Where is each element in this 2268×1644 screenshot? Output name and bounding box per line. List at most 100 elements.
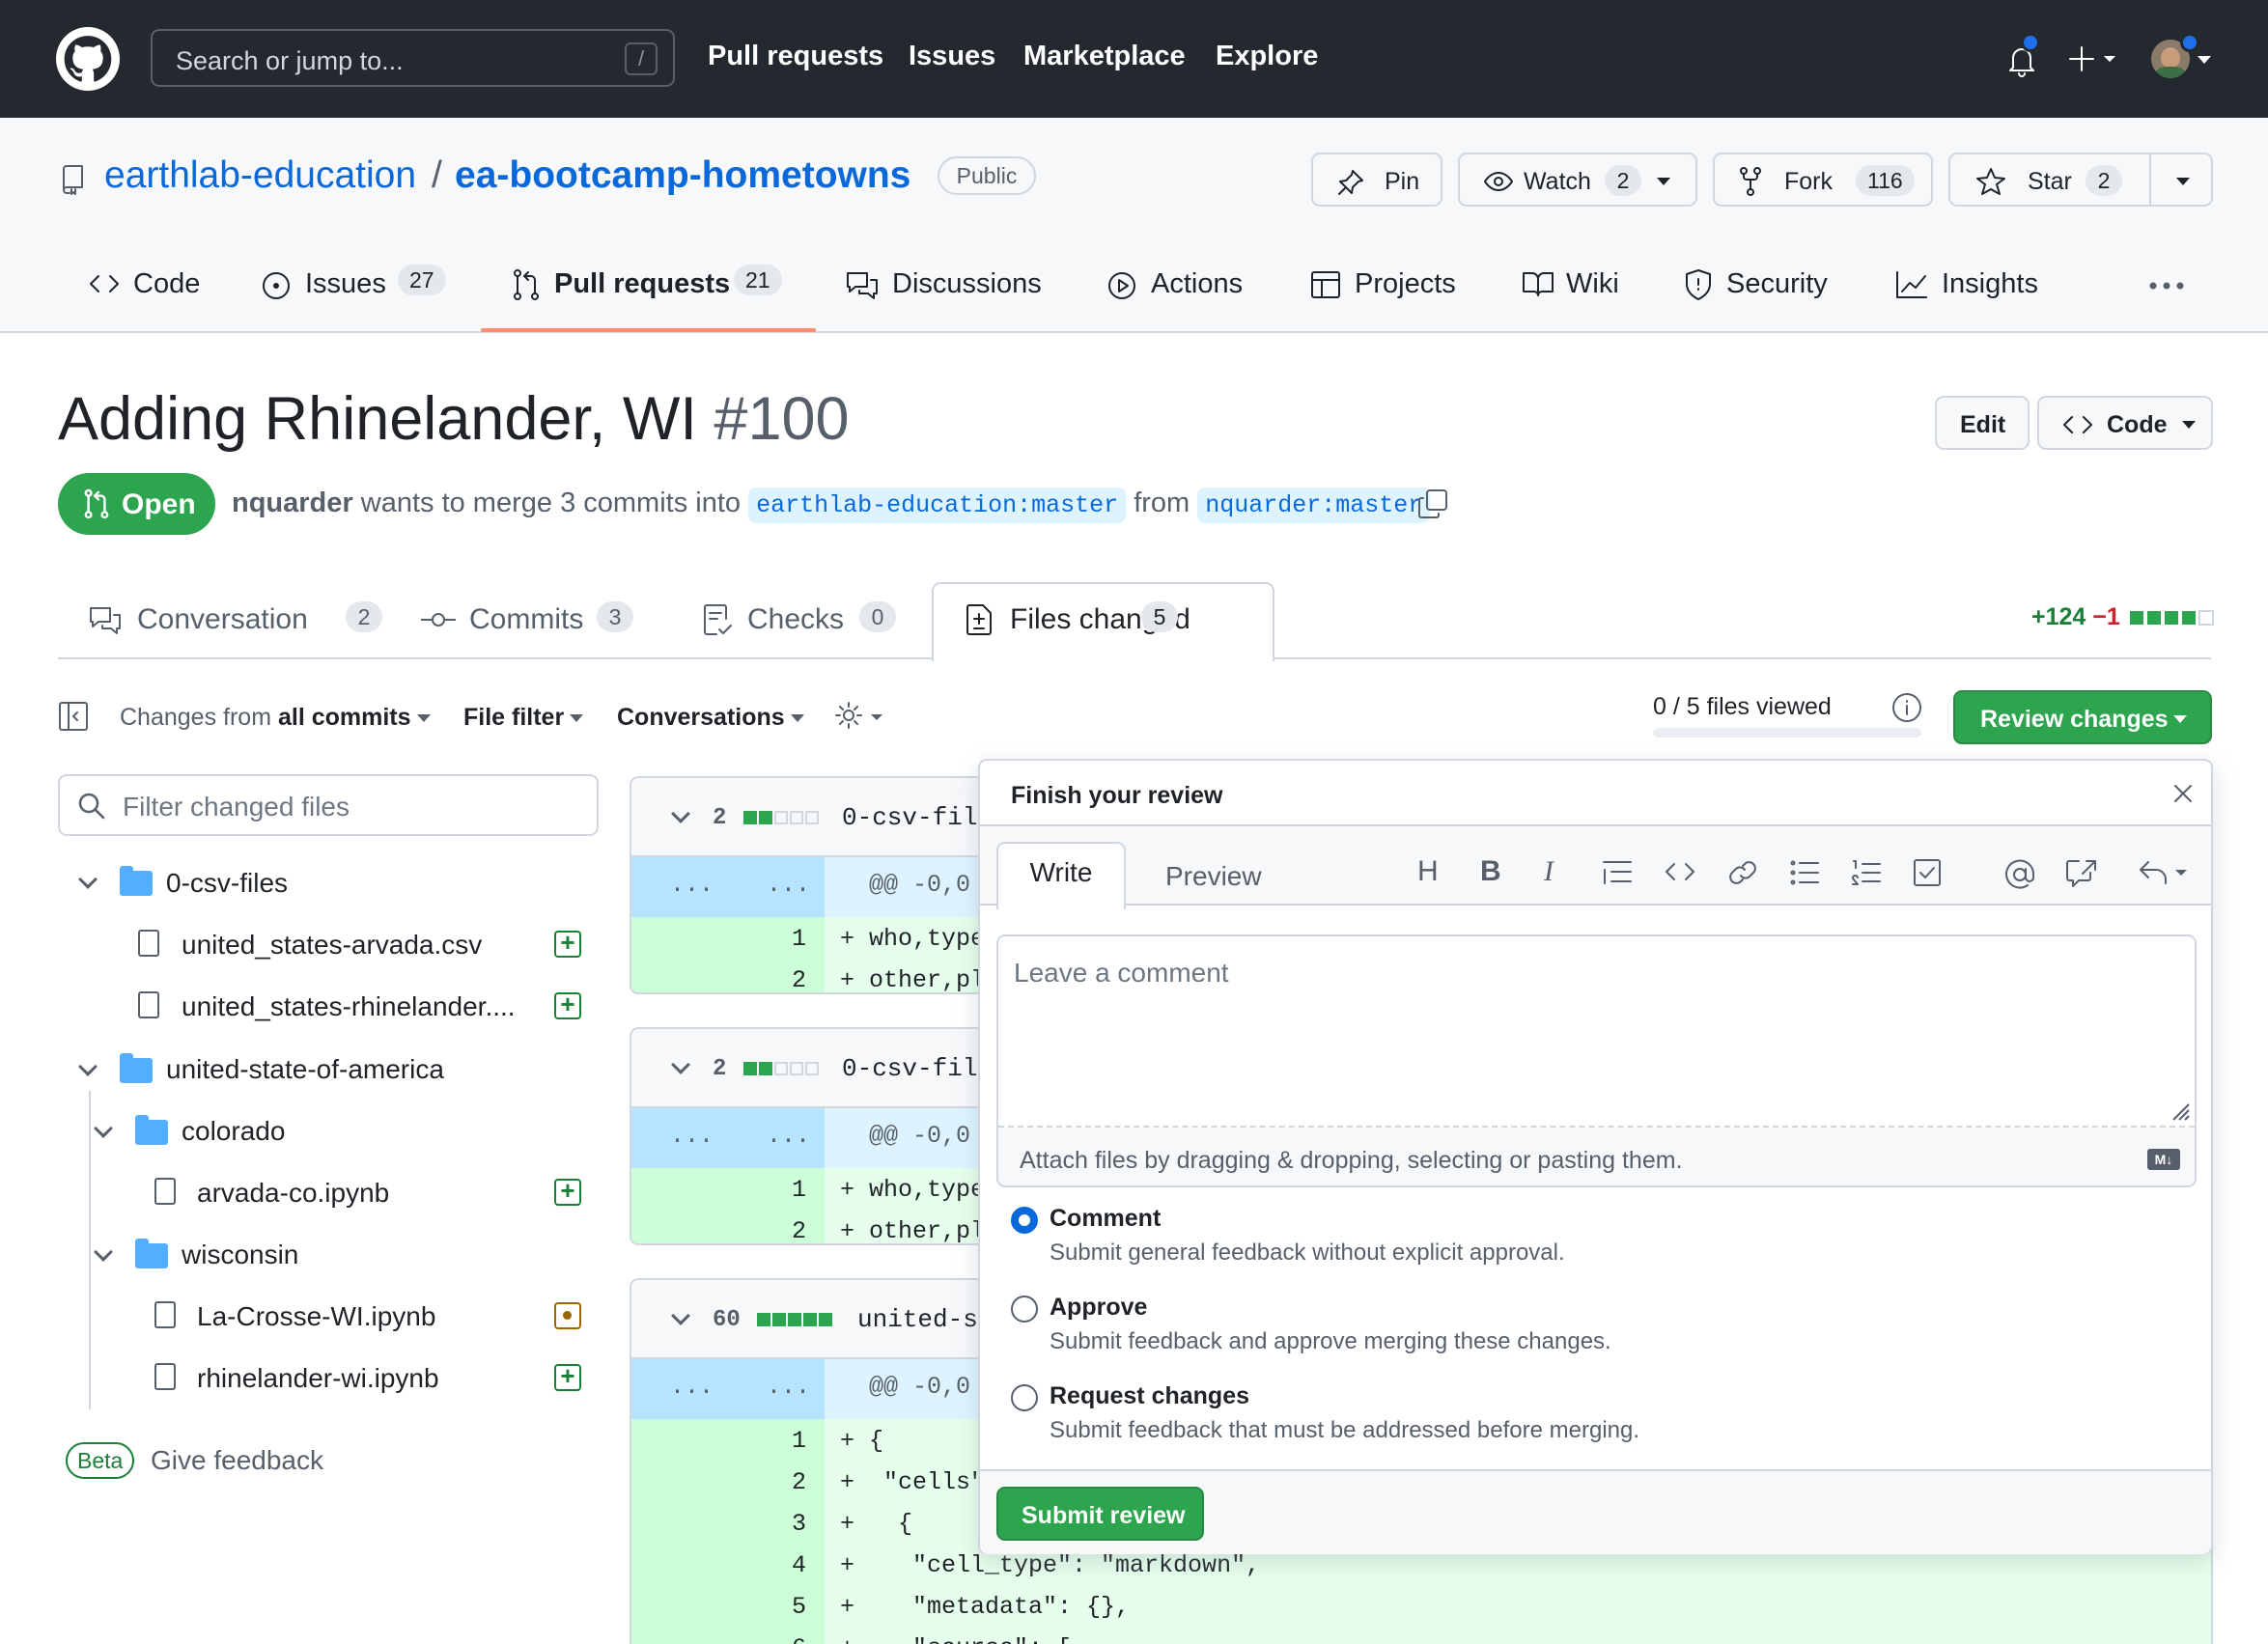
line-number[interactable]: 1 <box>792 925 806 953</box>
pr-number: #100 <box>714 385 850 453</box>
repo-owner-link[interactable]: earthlab-education <box>104 154 416 197</box>
cross-reference-icon[interactable] <box>2065 858 2098 889</box>
filter-files-input[interactable]: Filter changed files <box>58 774 599 836</box>
give-feedback-link[interactable]: Give feedback <box>151 1445 323 1476</box>
line-number[interactable]: 2 <box>792 966 806 992</box>
numbered-list-icon[interactable] <box>1851 858 1882 887</box>
info-icon[interactable] <box>1890 691 1923 724</box>
radio-approve[interactable] <box>1011 1296 1038 1323</box>
line-number[interactable]: 5 <box>792 1593 806 1621</box>
code-icon[interactable] <box>1664 858 1696 885</box>
tree-folder-0-csv-files[interactable]: 0-csv-files <box>166 868 288 899</box>
expand-dots[interactable]: ... <box>670 871 714 899</box>
option-comment-label[interactable]: Comment <box>1050 1205 1161 1233</box>
edit-title-button[interactable]: Edit <box>1935 396 2030 450</box>
changes-from-prefix: Changes from <box>120 704 272 731</box>
line-number[interactable]: 2 <box>792 1217 806 1243</box>
avatar-chevron-down-icon[interactable] <box>2198 56 2211 64</box>
tree-folder-united-state-of-america[interactable]: united-state-of-america <box>166 1054 444 1085</box>
quote-icon[interactable] <box>1602 858 1633 887</box>
diff-collapse-chevron-icon[interactable] <box>671 1306 690 1325</box>
diff-filename[interactable]: united-st <box>857 1305 993 1334</box>
file-filter-dropdown[interactable]: File filter <box>463 704 584 732</box>
tree-folder-colorado[interactable]: colorado <box>182 1116 285 1147</box>
review-changes-button[interactable]: Review changes <box>1953 690 2212 744</box>
watch-button[interactable]: Watch 2 <box>1458 153 1697 207</box>
bold-icon[interactable]: B <box>1480 855 1501 888</box>
nav-explore[interactable]: Explore <box>1216 41 1318 72</box>
mention-icon[interactable] <box>2003 858 2036 891</box>
fork-button[interactable]: Fork 116 <box>1713 153 1933 207</box>
code-chevron-down-icon <box>2182 421 2196 429</box>
pin-button[interactable]: Pin <box>1311 153 1442 207</box>
saved-replies-icon[interactable] <box>2139 858 2189 887</box>
expand-dots[interactable]: ... <box>670 1122 714 1150</box>
radio-request-changes[interactable] <box>1011 1384 1038 1411</box>
nav-issues[interactable]: Issues <box>909 41 995 72</box>
tree-file-arvada-co[interactable]: arvada-co.ipynb <box>197 1178 389 1209</box>
tree-file-arvada-csv[interactable]: united_states-arvada.csv <box>182 930 482 961</box>
changes-from-dropdown[interactable]: Changes from all commits <box>120 704 431 732</box>
diff-collapse-chevron-icon[interactable] <box>671 804 690 823</box>
line-number[interactable]: 4 <box>792 1551 806 1579</box>
diff-line-count: 2 <box>713 1056 727 1082</box>
submit-review-button[interactable]: Submit review <box>996 1487 1204 1541</box>
head-branch-link[interactable]: nquarder:master <box>1197 488 1431 523</box>
search-input[interactable]: Search or jump to... / <box>151 29 675 87</box>
tree-file-rhinelander-csv[interactable]: united_states-rhinelander.... <box>182 991 516 1022</box>
expand-dots[interactable]: ... <box>767 1122 810 1150</box>
tree-file-rhinelander-wi[interactable]: rhinelander-wi.ipynb <box>197 1363 439 1394</box>
diff-collapse-chevron-icon[interactable] <box>671 1055 690 1074</box>
star-button[interactable]: Star 2 <box>1948 153 2213 207</box>
pr-author-link[interactable]: nquarder <box>232 488 353 518</box>
comment-input-area[interactable]: Leave a comment <box>998 936 2195 1128</box>
task-list-icon[interactable] <box>1913 858 1942 887</box>
folder-chevron-down-icon[interactable] <box>78 1057 98 1076</box>
hunk-range: @@ -0,0 <box>869 1373 971 1401</box>
option-approve-label[interactable]: Approve <box>1050 1294 1147 1322</box>
option-request-changes-label[interactable]: Request changes <box>1050 1382 1249 1410</box>
link-icon[interactable] <box>1727 858 1758 887</box>
tree-file-la-crosse[interactable]: La-Crosse-WI.ipynb <box>197 1301 435 1332</box>
line-number[interactable]: 6 <box>792 1634 806 1644</box>
star-lists-chevron-down-icon[interactable] <box>2176 178 2190 185</box>
radio-comment[interactable] <box>1011 1207 1038 1234</box>
base-branch-link[interactable]: earthlab-education:master <box>748 488 1127 523</box>
folder-chevron-down-icon[interactable] <box>94 1242 113 1262</box>
line-number[interactable]: 1 <box>792 1176 806 1204</box>
code-dropdown-button[interactable]: Code <box>2037 396 2213 450</box>
tree-indent-guide <box>89 1091 91 1409</box>
folder-chevron-down-icon[interactable] <box>94 1119 113 1138</box>
markdown-icon[interactable]: M↓ <box>2147 1149 2180 1170</box>
line-number[interactable]: 3 <box>792 1510 806 1538</box>
tree-folder-wisconsin[interactable]: wisconsin <box>182 1240 298 1270</box>
conversations-dropdown[interactable]: Conversations <box>617 704 804 732</box>
expand-dots[interactable]: ... <box>670 1373 714 1401</box>
attach-files-hint[interactable]: Attach files by dragging & dropping, sel… <box>1020 1147 1683 1175</box>
nav-marketplace[interactable]: Marketplace <box>1023 41 1186 72</box>
repo-name-link[interactable]: ea-bootcamp-hometowns <box>455 154 910 197</box>
copy-branch-icon[interactable] <box>1417 488 1448 519</box>
expand-dots[interactable]: ... <box>767 1373 810 1401</box>
bulleted-list-icon[interactable] <box>1789 858 1820 887</box>
table-icon <box>1311 271 1340 298</box>
diff-filename[interactable]: 0-csv-file <box>842 803 993 832</box>
toggle-file-tree-icon[interactable] <box>58 701 89 732</box>
folder-chevron-down-icon[interactable] <box>78 870 98 889</box>
heading-icon[interactable]: H <box>1417 855 1439 888</box>
line-number[interactable]: 2 <box>792 1468 806 1496</box>
review-comment-textarea[interactable]: Leave a comment Attach files by dragging… <box>996 934 2197 1187</box>
more-tabs-kebab-icon[interactable] <box>2149 282 2184 290</box>
diff-settings-gear-icon[interactable] <box>834 701 886 732</box>
expand-dots[interactable]: ... <box>767 871 810 899</box>
nav-pull-requests[interactable]: Pull requests <box>708 41 883 72</box>
preview-tab[interactable]: Preview <box>1165 861 1262 892</box>
write-tab[interactable]: Write <box>996 842 1126 909</box>
create-new-plus-icon[interactable] <box>2069 44 2123 73</box>
diff-filename[interactable]: 0-csv-file <box>842 1054 993 1083</box>
github-logo-icon[interactable] <box>56 27 120 91</box>
line-number[interactable]: 1 <box>792 1427 806 1455</box>
resize-handle-icon[interactable] <box>2170 1101 2191 1122</box>
close-icon[interactable] <box>2171 782 2195 805</box>
italic-icon[interactable]: I <box>1544 855 1554 888</box>
